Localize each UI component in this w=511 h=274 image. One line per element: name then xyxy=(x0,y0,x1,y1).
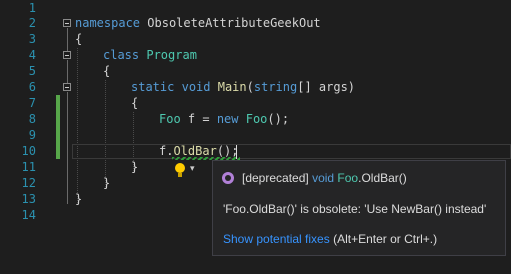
indent-guide xyxy=(77,48,78,203)
line-number: 5 xyxy=(28,64,36,78)
code-text: { xyxy=(103,64,111,78)
line-number: 10 xyxy=(21,144,36,158)
code-fragment xyxy=(239,112,246,126)
type-name: Foo xyxy=(245,112,268,126)
line-number: 7 xyxy=(28,96,36,110)
code-fragment: f. xyxy=(159,144,174,158)
code-text: class Program xyxy=(103,47,197,63)
code-text: namespace ObsoleteAttributeGeekOut xyxy=(75,15,321,31)
current-line-highlight xyxy=(72,144,511,159)
keyword: void xyxy=(312,171,335,185)
change-marker xyxy=(56,127,60,143)
line-number: 3 xyxy=(28,32,36,46)
fix-row: Show potential fixes (Alt+Enter or Ctrl+… xyxy=(223,232,437,246)
punctuation: ( xyxy=(246,80,254,94)
line-number: 4 xyxy=(28,48,36,62)
line-number: 12 xyxy=(21,176,36,190)
collapse-namespace-icon[interactable] xyxy=(63,19,71,27)
code-text: } xyxy=(131,160,139,174)
keyword: new xyxy=(216,112,239,126)
class-name: Foo xyxy=(337,171,359,185)
code-text: { xyxy=(75,32,83,46)
text-cursor xyxy=(236,145,237,159)
method-name: OldBar xyxy=(173,144,217,158)
line-number: 1 xyxy=(28,1,36,15)
class-name: Program xyxy=(146,48,197,62)
collapse-method-icon[interactable] xyxy=(63,83,71,91)
fold-line xyxy=(67,92,68,204)
shortcut-hint: (Alt+Enter or Ctrl+.) xyxy=(333,232,438,246)
code-fragment: f = xyxy=(180,112,217,126)
line-number: 8 xyxy=(28,112,36,126)
code-text: } xyxy=(103,176,111,190)
change-marker xyxy=(56,143,60,159)
namespace-name: ObsoleteAttributeGeekOut xyxy=(147,16,321,30)
obsolete-message: 'Foo.OldBar()' is obsolete: 'Use NewBar(… xyxy=(223,202,487,216)
line-number: 9 xyxy=(28,128,36,142)
parameters: [] args) xyxy=(297,80,356,94)
fold-line xyxy=(67,60,68,83)
code-editor[interactable]: 1 2 3 4 5 6 7 8 9 10 11 12 13 14 namespa… xyxy=(0,0,511,274)
member-name: .OldBar() xyxy=(358,171,407,185)
lightbulb-button[interactable]: ▾ xyxy=(172,162,202,180)
method-icon xyxy=(222,172,234,184)
type-name: Foo xyxy=(159,112,181,126)
change-marker xyxy=(56,95,60,111)
chevron-down-icon[interactable]: ▾ xyxy=(190,164,195,174)
keyword: void xyxy=(181,80,211,94)
line-number: 6 xyxy=(28,80,36,94)
code-text: { xyxy=(131,96,139,110)
keyword: static xyxy=(131,80,175,94)
line-number: 14 xyxy=(21,208,36,222)
code-text: Foo f = new Foo(); xyxy=(159,111,289,127)
method-name: Main xyxy=(217,80,247,94)
code-line[interactable]: 1 xyxy=(0,0,511,16)
keyword: class xyxy=(103,48,140,62)
line-number: 13 xyxy=(21,192,36,206)
lightbulb-base xyxy=(178,173,182,177)
code-text: } xyxy=(75,192,83,206)
line-number: 2 xyxy=(28,16,36,30)
lightbulb-icon xyxy=(175,163,185,173)
quick-info-tooltip: [deprecated] void Foo.OldBar() 'Foo.OldB… xyxy=(212,160,506,256)
collapse-class-icon[interactable] xyxy=(63,51,71,59)
keyword: namespace xyxy=(75,16,141,30)
code-text: static void Main(string[] args) xyxy=(131,79,355,95)
show-potential-fixes-link[interactable]: Show potential fixes xyxy=(223,232,330,246)
fold-line xyxy=(67,28,68,51)
line-number: 11 xyxy=(21,160,36,174)
change-marker xyxy=(56,111,60,127)
deprecated-tag: [deprecated] xyxy=(242,171,309,185)
indent-guide xyxy=(105,80,106,187)
signature-line: [deprecated] void Foo.OldBar() xyxy=(242,171,407,185)
keyword: string xyxy=(253,80,298,94)
code-fragment: (); xyxy=(267,112,290,126)
